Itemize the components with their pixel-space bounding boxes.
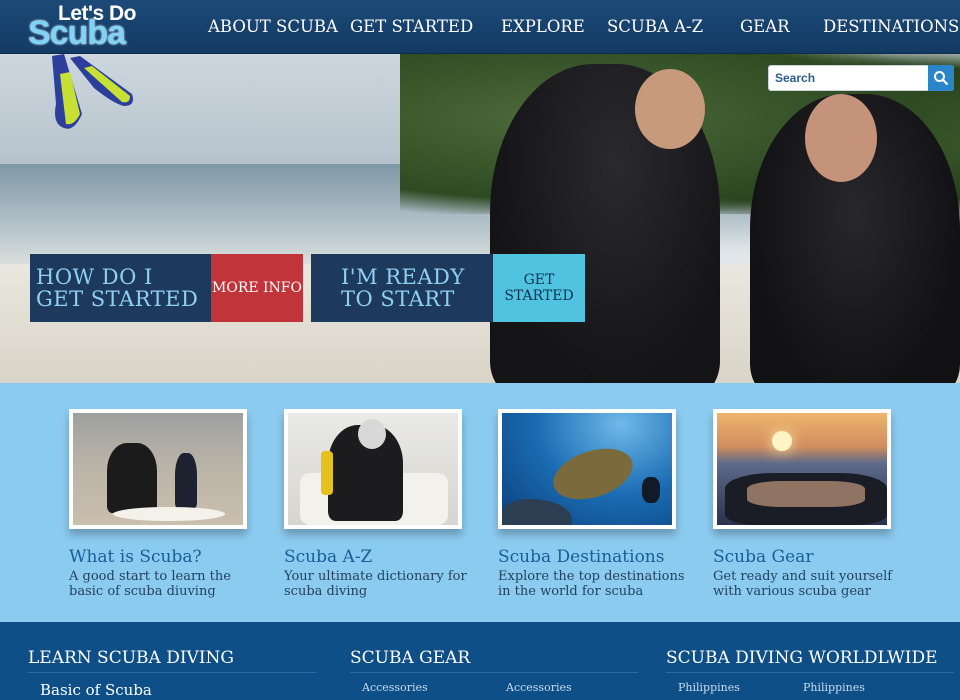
- feature-image-dive-mask[interactable]: [713, 409, 891, 529]
- more-info-button[interactable]: MORE INFO: [211, 254, 303, 322]
- feature-scuba-gear[interactable]: Scuba Gear Get ready and suit yourself w…: [713, 409, 903, 599]
- footer-link-basic-of-scuba[interactable]: Basic of Scuba: [40, 681, 316, 699]
- footer-heading: LEARN SCUBA DIVING: [28, 648, 235, 668]
- site-logo[interactable]: Let's Do Scuba: [28, 2, 148, 54]
- feature-title[interactable]: Scuba Destinations: [498, 547, 688, 567]
- feature-scuba-a-z[interactable]: Scuba A-Z Your ultimate dictionary for s…: [284, 409, 474, 599]
- site-header: Let's Do Scuba ABOUT SCUBA GET STARTED E…: [0, 0, 960, 54]
- features-band: What is Scuba? A good start to learn the…: [0, 383, 960, 622]
- footer-link-philippines[interactable]: Philippines: [678, 681, 740, 694]
- footer-link-philippines[interactable]: Philippines: [803, 681, 865, 694]
- nav-about-scuba[interactable]: ABOUT SCUBA: [208, 0, 338, 54]
- feature-image-sea-turtle[interactable]: [498, 409, 676, 529]
- logo-line2: Scuba: [28, 14, 126, 52]
- footer-heading: SCUBA GEAR: [350, 648, 471, 668]
- feature-description: A good start to learn the basic of scuba…: [69, 569, 231, 599]
- search-icon: [934, 71, 949, 86]
- footer-link-accessories[interactable]: Accessories: [362, 681, 428, 694]
- footer-divider: [666, 672, 954, 673]
- hero-banner: [0, 54, 960, 383]
- cta-ready-to-start-label: I'M READY TO START: [311, 254, 493, 322]
- nav-explore[interactable]: EXPLORE: [501, 0, 585, 54]
- nav-scuba-a-z[interactable]: SCUBA A-Z: [607, 0, 703, 54]
- footer-learn-scuba: LEARN SCUBA DIVING Basic of Scuba: [28, 648, 316, 699]
- nav-gear[interactable]: GEAR: [740, 0, 790, 54]
- nav-get-started[interactable]: GET STARTED: [350, 0, 473, 54]
- footer-link-accessories[interactable]: Accessories: [506, 681, 572, 694]
- hero-diver-woman: [490, 64, 720, 383]
- feature-title[interactable]: Scuba A-Z: [284, 547, 474, 567]
- feature-description: Your ultimate dictionary for scuba divin…: [284, 569, 467, 599]
- feature-what-is-scuba[interactable]: What is Scuba? A good start to learn the…: [69, 409, 259, 599]
- feature-image-diver-reading[interactable]: [284, 409, 462, 529]
- get-started-button[interactable]: GET STARTED: [493, 254, 585, 322]
- search-button[interactable]: [928, 65, 954, 91]
- footer-divider: [350, 672, 638, 673]
- search-box: [768, 65, 954, 91]
- feature-scuba-destinations[interactable]: Scuba Destinations Explore the top desti…: [498, 409, 688, 599]
- footer-scuba-worldwide: SCUBA DIVING WORLDLWIDE Philippines Phil…: [666, 648, 954, 694]
- cta-how-to-start-label: HOW DO I GET STARTED: [30, 254, 211, 322]
- nav-destinations[interactable]: DESTINATIONS: [823, 0, 959, 54]
- feature-title[interactable]: What is Scuba?: [69, 547, 259, 567]
- feature-description: Explore the top destinations in the worl…: [498, 569, 685, 599]
- footer-divider: [28, 672, 316, 673]
- cta-ready-to-start: I'M READY TO START GET STARTED: [311, 254, 585, 322]
- cta-how-to-start: HOW DO I GET STARTED MORE INFO: [30, 254, 303, 322]
- search-input[interactable]: [769, 66, 929, 90]
- site-footer: LEARN SCUBA DIVING Basic of Scuba SCUBA …: [0, 622, 960, 700]
- footer-scuba-gear: SCUBA GEAR Accessories Accessories: [350, 648, 638, 694]
- footer-heading: SCUBA DIVING WORLDLWIDE: [666, 648, 938, 668]
- feature-image-beach-lesson[interactable]: [69, 409, 247, 529]
- feature-description: Get ready and suit yourself with various…: [713, 569, 893, 599]
- feature-title[interactable]: Scuba Gear: [713, 547, 903, 567]
- fins-icon: [52, 54, 133, 129]
- hero-diver-man: [750, 94, 960, 383]
